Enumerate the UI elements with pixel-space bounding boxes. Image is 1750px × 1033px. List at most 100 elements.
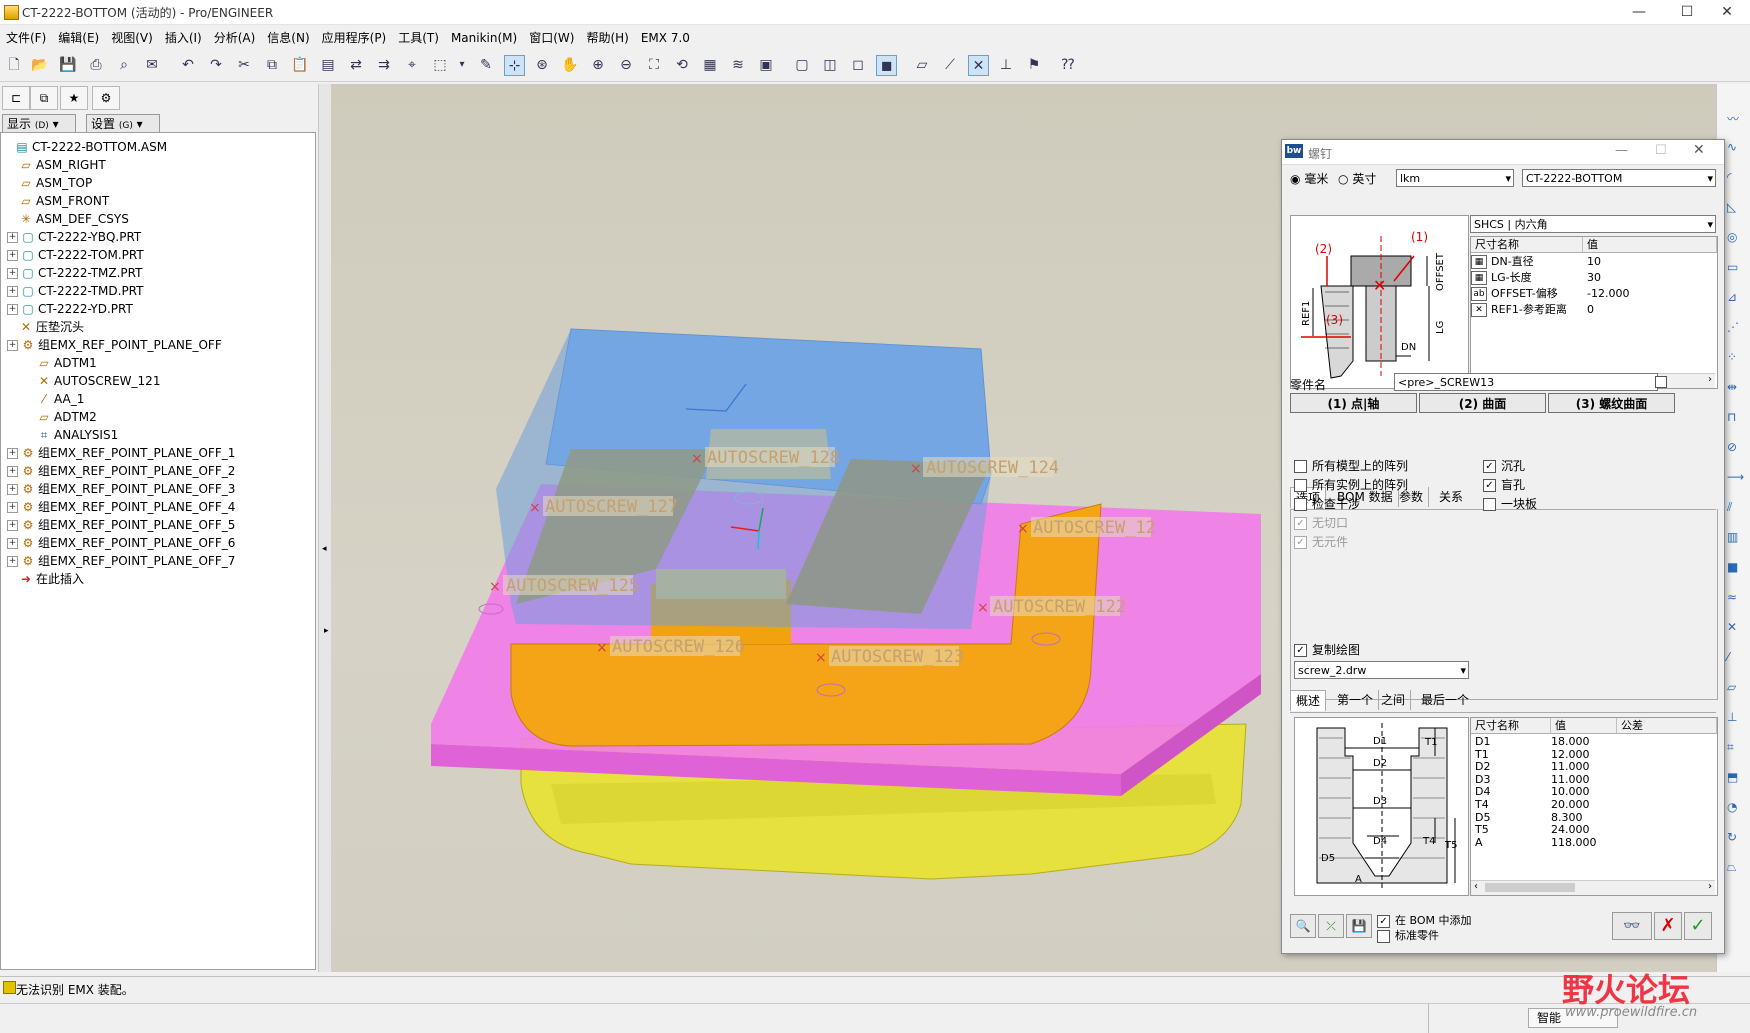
expand-icon[interactable]: + — [7, 466, 18, 477]
dialog-title-bar[interactable]: bw 螺钉 — ☐ ✕ — [1282, 140, 1724, 165]
menu-analysis[interactable]: 分析(A) — [208, 26, 262, 49]
tree-item[interactable]: ▱ ASM_TOP — [7, 173, 92, 193]
refit-icon[interactable]: ⛶ — [644, 55, 664, 75]
option-checkbox[interactable]: 所有实例上的阵列 — [1294, 477, 1408, 493]
cancel-x-icon[interactable]: ✗ — [1654, 912, 1682, 940]
autoscrew-label-128[interactable]: × AUTOSCREW_128 — [691, 447, 840, 468]
datum-planes-icon[interactable]: ▱ — [912, 55, 932, 75]
extend-icon[interactable]: ⟶ — [1727, 470, 1744, 484]
autoscrew-label-126[interactable]: × AUTOSCREW_126 — [596, 636, 745, 657]
pan-icon[interactable]: ✋ — [560, 55, 580, 75]
solidify-icon[interactable]: ■ — [1727, 560, 1738, 574]
send-mail-icon[interactable]: ✉ — [142, 55, 162, 75]
preview-glasses-icon[interactable]: 👓 — [1612, 912, 1652, 940]
chevron-down-icon[interactable]: ▾ — [452, 55, 472, 75]
mirror-icon[interactable]: ⇹ — [1727, 380, 1737, 394]
datum-plane-tool-icon[interactable]: ▱ — [1727, 680, 1736, 694]
dim-value[interactable]: 18.000 — [1547, 735, 1613, 748]
menu-applications[interactable]: 应用程序(P) — [316, 26, 393, 49]
tree-item[interactable]: + ⚙ 组EMX_REF_POINT_PLANE_OFF_7 — [7, 551, 235, 571]
zoom-out-icon[interactable]: ⊖ — [616, 55, 636, 75]
favorites-tab-icon[interactable]: ★ — [60, 86, 88, 110]
tree-item[interactable]: + ⚙ 组EMX_REF_POINT_PLANE_OFF_4 — [7, 497, 235, 517]
menu-file[interactable]: 文件(F) — [0, 26, 52, 49]
warp-icon[interactable]: ≈ — [1727, 590, 1737, 604]
menu-insert[interactable]: 插入(I) — [159, 26, 208, 49]
tree-item[interactable]: + ⚙ 组EMX_REF_POINT_PLANE_OFF_2 — [7, 461, 235, 481]
part-name-checkbox[interactable] — [1655, 376, 1667, 388]
tab-between[interactable]: 之间 — [1376, 690, 1412, 710]
trim-icon[interactable]: ⊘ — [1727, 440, 1737, 454]
tree-item[interactable]: + ⚙ 组EMX_REF_POINT_PLANE_OFF_1 — [7, 443, 235, 463]
datum-axis-tool-icon[interactable]: ⁄ — [1727, 650, 1729, 664]
datum-point-tool-icon[interactable]: ✕ — [1727, 620, 1737, 634]
tab-overview[interactable]: 概述 — [1290, 690, 1327, 711]
tree-item[interactable]: ➜ 在此插入 — [7, 569, 84, 589]
cut-icon[interactable]: ✂ — [234, 55, 254, 75]
extrude-icon[interactable]: ⬒ — [1727, 770, 1738, 784]
part-name-input[interactable]: <pre>_SCREW13 — [1394, 373, 1658, 391]
reorient-icon[interactable]: ⟲ — [672, 55, 692, 75]
tree-item[interactable]: + ⚙ 组EMX_REF_POINT_PLANE_OFF — [7, 335, 222, 355]
autoscrew-label-122[interactable]: × AUTOSCREW_122 — [977, 596, 1126, 617]
dim-value[interactable]: 118.000 — [1547, 836, 1613, 849]
orient-mode-icon[interactable]: ⊛ — [532, 55, 552, 75]
paste-special-icon[interactable]: ▤ — [318, 55, 338, 75]
saved-views-icon[interactable]: ▦ — [700, 55, 720, 75]
shading-icon[interactable]: ◼ — [876, 55, 897, 76]
open-icon[interactable]: 📂 — [30, 55, 50, 75]
tree-item[interactable]: ✕ AUTOSCREW_121 — [25, 371, 160, 391]
dim-value[interactable]: 12.000 — [1547, 748, 1613, 761]
autoscrew-label-124[interactable]: × AUTOSCREW_124 — [910, 457, 1059, 478]
param-value[interactable]: 0 — [1583, 302, 1717, 318]
revolve-icon[interactable]: ◔ — [1727, 800, 1737, 814]
autoscrew-label-12x[interactable]: × AUTOSCREW_12 — [1017, 517, 1156, 538]
blend-icon[interactable]: ⏢ — [1727, 860, 1737, 875]
analysis-tool-icon[interactable]: ⌗ — [1727, 740, 1734, 755]
menu-window[interactable]: 窗口(W) — [523, 26, 580, 49]
thicken-icon[interactable]: ▥ — [1727, 530, 1738, 544]
expand-arrow-icon[interactable]: ▸ — [324, 626, 329, 636]
regen-manager-icon[interactable]: ⇉ — [374, 55, 394, 75]
folder-browser-tab-icon[interactable]: ⧉ — [30, 86, 58, 110]
datum-curve-icon[interactable]: 〰 — [1727, 110, 1739, 127]
shell-icon[interactable]: ▭ — [1727, 260, 1738, 274]
redo-icon[interactable]: ↷ — [206, 55, 226, 75]
regenerate-icon[interactable]: ⇄ — [346, 55, 366, 75]
new-icon[interactable]: 🗋 — [4, 55, 24, 75]
copy-icon[interactable]: ⧉ — [262, 55, 282, 75]
tree-item[interactable]: + ▢ CT-2222-TOM.PRT — [7, 245, 144, 265]
scroll-left-icon[interactable]: ‹ — [1474, 881, 1478, 892]
round-icon[interactable]: ◜ — [1727, 170, 1732, 184]
save-icon[interactable]: 💾 — [58, 55, 78, 75]
assembly-select[interactable]: CT-2222-BOTTOM — [1522, 169, 1716, 188]
menu-emx[interactable]: EMX 7.0 — [635, 28, 696, 48]
print-icon[interactable]: ⎙ — [86, 55, 106, 75]
annotation-icon[interactable]: ⚑ — [1024, 55, 1044, 75]
dialog-close-button[interactable]: ✕ — [1693, 142, 1705, 158]
datum-axes-icon[interactable]: ⟋ — [940, 55, 960, 75]
dim-value[interactable]: 10.000 — [1547, 785, 1613, 798]
tree-item[interactable]: + ⚙ 组EMX_REF_POINT_PLANE_OFF_3 — [7, 479, 235, 499]
menu-tools[interactable]: 工具(T) — [392, 26, 445, 49]
no-hidden-icon[interactable]: ◻ — [848, 55, 868, 75]
standard-part-checkbox[interactable]: 标准零件 — [1377, 928, 1439, 944]
tree-item[interactable]: ✕ 压垫沉头 — [7, 317, 84, 337]
wireframe-icon[interactable]: ▢ — [792, 55, 812, 75]
scroll-thumb[interactable] — [1485, 883, 1575, 892]
dim-value[interactable]: 24.000 — [1547, 823, 1613, 836]
param-value[interactable]: 10 — [1583, 254, 1717, 270]
unit-mm-radio[interactable]: ◉ 毫米 — [1290, 170, 1328, 187]
expand-icon[interactable]: + — [7, 232, 18, 243]
spin-center-icon[interactable]: ⊹ — [504, 55, 525, 76]
dialog-maximize-button[interactable]: ☐ — [1655, 143, 1667, 158]
zoom-in-icon[interactable]: ⊕ — [588, 55, 608, 75]
expand-icon[interactable]: + — [7, 520, 18, 531]
tree-item[interactable]: ▱ ASM_FRONT — [7, 191, 109, 211]
collapse-arrow-icon[interactable]: ◂ — [322, 544, 327, 554]
option-checkbox[interactable]: 检查干涉 — [1294, 496, 1360, 512]
expand-icon[interactable]: + — [7, 268, 18, 279]
layers-icon[interactable]: ≋ — [728, 55, 748, 75]
show-dropdown[interactable]: 显示 (D) ▾ — [2, 114, 76, 134]
expand-icon[interactable]: + — [7, 304, 18, 315]
